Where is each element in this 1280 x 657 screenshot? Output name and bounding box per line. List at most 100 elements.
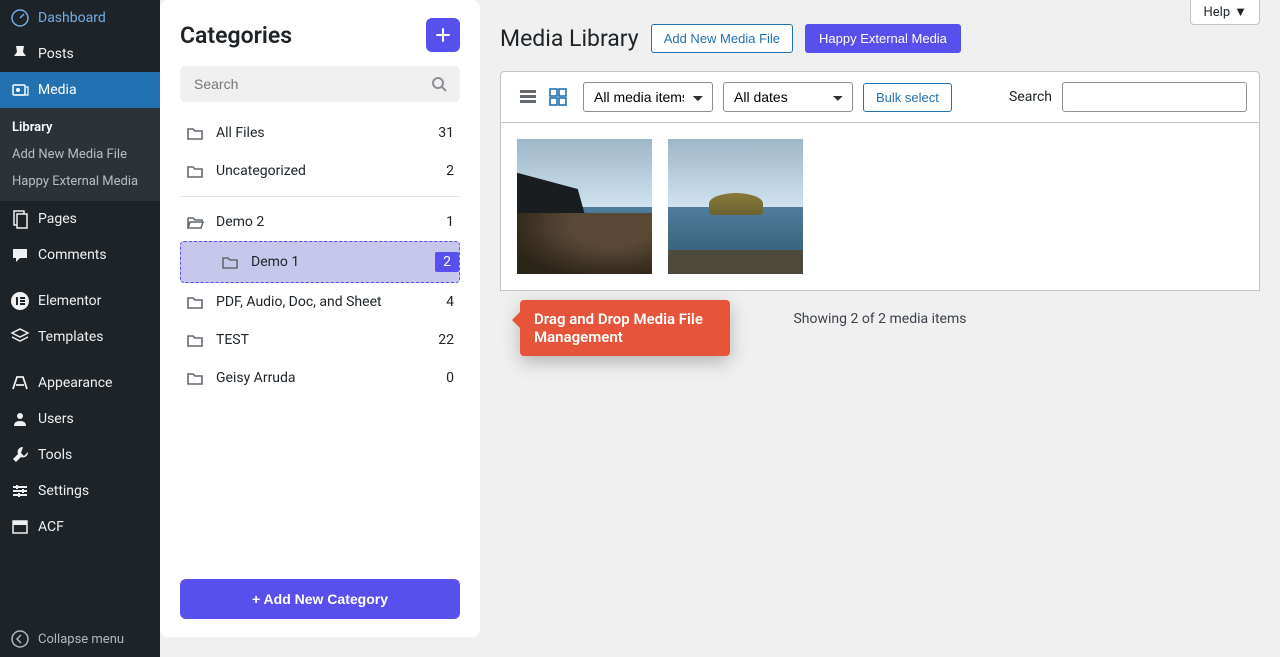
folder-icon — [186, 162, 204, 180]
category-count: 0 — [446, 370, 454, 386]
nav-users[interactable]: Users — [0, 401, 160, 437]
nav-settings[interactable]: Settings — [0, 473, 160, 509]
nav-templates[interactable]: Templates — [0, 319, 160, 355]
add-new-media-button[interactable]: Add New Media File — [651, 24, 793, 53]
category-count: 31 — [438, 125, 454, 141]
folder-icon — [186, 331, 204, 349]
category-demo1[interactable]: Demo 1 2 — [180, 241, 460, 283]
help-tab[interactable]: Help ▼ — [1190, 0, 1260, 25]
admin-sidebar: Dashboard Posts Media Library Add New Me… — [0, 0, 160, 657]
page-title: Media Library — [500, 25, 639, 52]
collapse-menu[interactable]: Collapse menu — [0, 621, 160, 657]
nav-elementor[interactable]: Elementor — [0, 283, 160, 319]
nav-appearance[interactable]: Appearance — [0, 365, 160, 401]
category-list: All Files 31 Uncategorized 2 Demo 2 1 De… — [180, 114, 460, 579]
tools-icon — [10, 445, 30, 465]
categories-panel: Categories All Files 31 Uncategorized 2 — [160, 0, 480, 637]
nav-label: Comments — [38, 247, 107, 263]
add-category-icon-button[interactable] — [426, 18, 460, 52]
search-icon — [430, 75, 448, 93]
category-uncategorized[interactable]: Uncategorized 2 — [180, 152, 460, 190]
view-list-button[interactable] — [513, 82, 543, 112]
appearance-icon — [10, 373, 30, 393]
media-search-input[interactable] — [1062, 82, 1247, 112]
category-test[interactable]: TEST 22 — [180, 321, 460, 359]
sub-add-new[interactable]: Add New Media File — [0, 141, 160, 168]
nav-label: Tools — [38, 447, 72, 463]
pin-icon — [10, 44, 30, 64]
main-content: Help ▼ Media Library Add New Media File … — [480, 0, 1280, 657]
chevron-down-icon: ▼ — [1234, 4, 1247, 20]
nav-label: ACF — [38, 519, 64, 535]
category-all-files[interactable]: All Files 31 — [180, 114, 460, 152]
category-label: Geisy Arruda — [216, 370, 446, 386]
category-geisy[interactable]: Geisy Arruda 0 — [180, 359, 460, 397]
nav-label: Users — [38, 411, 74, 427]
media-item[interactable] — [517, 139, 652, 274]
media-item[interactable] — [668, 139, 803, 274]
folder-icon — [186, 293, 204, 311]
collapse-label: Collapse menu — [38, 632, 124, 647]
nav-pages[interactable]: Pages — [0, 201, 160, 237]
users-icon — [10, 409, 30, 429]
nav-label: Settings — [38, 483, 89, 499]
drag-drop-callout: Drag and Drop Media File Management — [520, 300, 730, 356]
folder-icon — [186, 369, 204, 387]
happy-external-media-button[interactable]: Happy External Media — [805, 24, 961, 53]
nav-label: Templates — [38, 329, 104, 345]
category-count: 1 — [446, 214, 454, 230]
elementor-icon — [10, 291, 30, 311]
nav-label: Elementor — [38, 293, 101, 309]
grid-icon — [548, 87, 568, 107]
help-label: Help — [1203, 5, 1230, 20]
nav-acf[interactable]: ACF — [0, 509, 160, 545]
nav-label: Dashboard — [38, 10, 106, 26]
sub-happy-external[interactable]: Happy External Media — [0, 168, 160, 195]
folder-open-icon — [186, 213, 204, 231]
templates-icon — [10, 327, 30, 347]
category-search-input[interactable] — [180, 66, 460, 102]
category-label: Demo 2 — [216, 214, 446, 230]
folder-icon — [221, 253, 239, 271]
pages-icon — [10, 209, 30, 229]
category-demo2[interactable]: Demo 2 1 — [180, 203, 460, 241]
category-count: 2 — [435, 252, 459, 272]
nav-label: Posts — [38, 46, 74, 62]
add-new-category-button[interactable]: + Add New Category — [180, 579, 460, 619]
nav-label: Appearance — [38, 375, 112, 391]
category-search — [180, 66, 460, 102]
nav-posts[interactable]: Posts — [0, 36, 160, 72]
bulk-select-button[interactable]: Bulk select — [863, 83, 952, 112]
acf-icon — [10, 517, 30, 537]
sub-library[interactable]: Library — [0, 114, 160, 141]
nav-label: Pages — [38, 211, 77, 227]
nav-comments[interactable]: Comments — [0, 237, 160, 273]
category-count: 2 — [446, 163, 454, 179]
filter-media-type[interactable]: All media items — [583, 82, 713, 112]
nav-dashboard[interactable]: Dashboard — [0, 0, 160, 36]
search-label: Search — [1009, 89, 1052, 105]
collapse-icon — [10, 629, 30, 649]
category-pdf-audio[interactable]: PDF, Audio, Doc, and Sheet 4 — [180, 283, 460, 321]
category-count: 4 — [446, 294, 454, 310]
settings-icon — [10, 481, 30, 501]
filter-dates[interactable]: All dates — [723, 82, 853, 112]
nav-media-sub: Library Add New Media File Happy Externa… — [0, 108, 160, 201]
category-label: Uncategorized — [216, 163, 446, 179]
nav-media[interactable]: Media — [0, 72, 160, 108]
category-label: All Files — [216, 125, 438, 141]
nav-tools[interactable]: Tools — [0, 437, 160, 473]
folder-icon — [186, 124, 204, 142]
dashboard-icon — [10, 8, 30, 28]
media-icon — [10, 80, 30, 100]
categories-title: Categories — [180, 22, 292, 49]
plus-icon — [435, 27, 451, 43]
category-label: TEST — [216, 332, 438, 348]
view-grid-button[interactable] — [543, 82, 573, 112]
category-count: 22 — [438, 332, 454, 348]
media-toolbar: All media items All dates Bulk select Se… — [500, 71, 1260, 123]
nav-label: Media — [38, 82, 77, 98]
list-icon — [518, 87, 538, 107]
media-gallery — [500, 123, 1260, 291]
category-label: Demo 1 — [251, 254, 435, 270]
